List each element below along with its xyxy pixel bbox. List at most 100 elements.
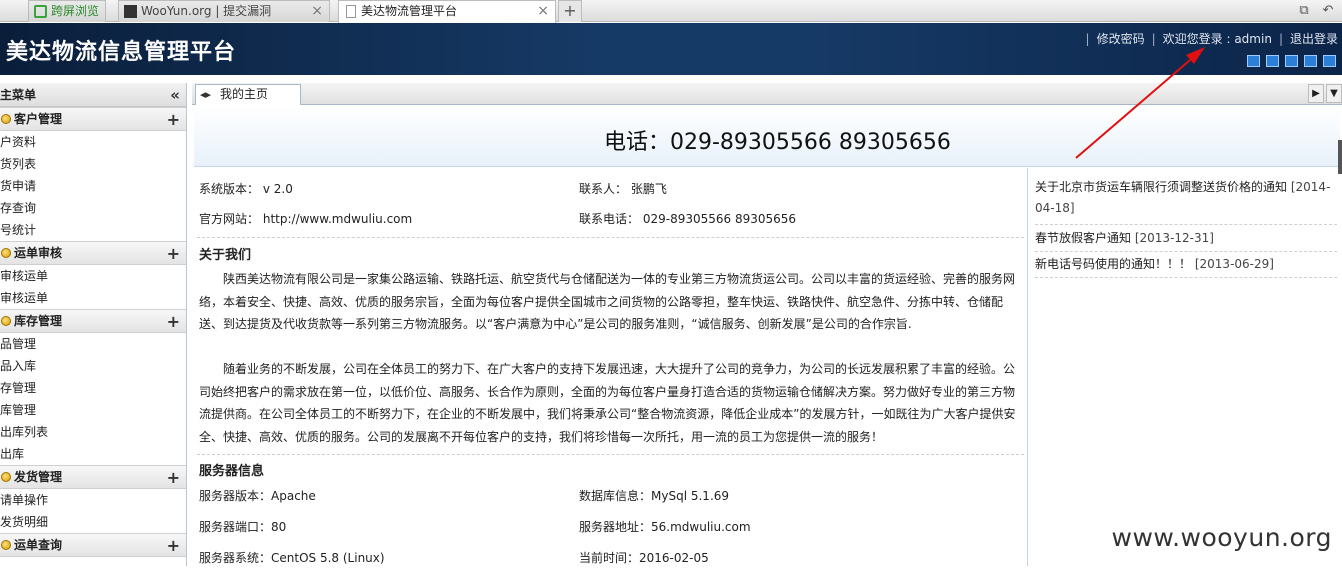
menu-group-label: 运单审核 [14,246,63,260]
browser-tab-label: WooYun.org | 提交漏洞 [141,4,272,18]
welcome-user-text: 欢迎您登录 : admin [1162,32,1272,46]
menu-group-label: 客户管理 [14,112,63,126]
current-time-label: 当前时间： [579,551,640,565]
theme-square[interactable] [1285,55,1298,67]
server-port-row: 服务器端口：80 [199,516,286,538]
website-row: 官方网站： http://www.mdwuliu.com [199,208,412,230]
browser-tab-cross-screen[interactable]: 跨屏浏览 [28,0,106,22]
close-tab-icon[interactable]: × [311,1,323,21]
undo-close-icon[interactable]: ↶ [1318,1,1338,21]
main-tab-bar: ◂▸ 我的主页 ▶ ▼ [192,83,1342,105]
system-version-label: 系统版本： [199,182,260,196]
contact-label: 联系人： [579,182,628,196]
divider [197,237,1024,238]
page-scrollbar[interactable] [1338,140,1342,174]
collapse-sidebar-icon[interactable]: « [170,83,180,107]
browser-tab-meida[interactable]: 美达物流管理平台 × [338,0,556,23]
browser-tab-strip: 跨屏浏览 WooYun.org | 提交漏洞 × 美达物流管理平台 × + ⧉ … [0,0,1342,23]
sidebar-item[interactable]: 存管理 [0,377,186,399]
sidebar-item[interactable]: 审核运单 [0,265,186,287]
system-version-value: v 2.0 [262,182,293,196]
news-date: [2013-06-29] [1194,257,1274,271]
sidebar-item[interactable]: 品管理 [0,333,186,355]
browser-tab-wooyun[interactable]: WooYun.org | 提交漏洞 × [118,0,330,22]
website-label: 官方网站： [199,212,260,226]
sidebar-item[interactable]: 户资料 [0,131,186,153]
sidebar-item[interactable]: 存查询 [0,197,186,219]
tab-home[interactable]: ◂▸ 我的主页 [195,84,301,105]
menu-group-shipping[interactable]: 发货管理 + [0,465,186,489]
server-address-row: 服务器地址：56.mdwuliu.com [579,516,751,538]
theme-square[interactable] [1266,55,1279,67]
news-title: 春节放假客户通知 [1035,231,1132,245]
news-list: 关于北京市货运车辆限行须调整送货价格的通知 [2014-04-18] 春节放假客… [1030,168,1340,566]
website-link[interactable]: http://www.mdwuliu.com [263,212,412,226]
current-time-value: 2016-02-05 [639,551,709,565]
sidebar-item[interactable]: 库管理 [0,399,186,421]
server-version-value: Apache [271,489,316,503]
phone-banner: 电话：029-89305566 89305656 [194,106,1340,167]
menu-group-customer[interactable]: 客户管理 + [0,107,186,131]
server-address-value: 56.mdwuliu.com [651,520,751,534]
new-tab-button[interactable]: + [558,0,582,22]
change-password-link[interactable]: 修改密码 [1097,32,1145,46]
news-item[interactable]: 春节放假客户通知 [2013-12-31] [1035,228,1337,252]
contact-phone-value: 029-89305566 89305656 [642,212,797,226]
db-info-value: MySql 5.1.69 [651,489,730,503]
expand-icon[interactable]: + [167,242,180,265]
server-info-title: 服务器信息 [199,464,265,479]
logout-link[interactable]: 退出登录 [1290,32,1338,46]
divider [197,454,1024,455]
system-version-row: 系统版本： v 2.0 [199,178,293,200]
tab-menu-down-icon[interactable]: ▼ [1326,84,1342,103]
wooyun-favicon-icon [124,5,137,18]
sidebar-item[interactable]: 货列表 [0,153,186,175]
server-os-value: CentOS 5.8 (Linux) [271,551,385,565]
expand-icon[interactable]: + [167,310,180,333]
tab-home-label: 我的主页 [220,87,269,101]
sidebar-item[interactable]: 号统计 [0,219,186,241]
watermark: www.wooyun.org [1111,523,1332,552]
server-version-label: 服务器版本： [199,489,272,503]
db-info-label: 数据库信息： [579,489,652,503]
app-header: 美达物流信息管理平台 | 修改密码 | 欢迎您登录 : admin | 退出登录 [0,23,1342,75]
folder-icon [1,316,11,326]
expand-icon[interactable]: + [167,466,180,489]
menu-group-inventory[interactable]: 库存管理 + [0,309,186,333]
news-item[interactable]: 关于北京市货运车辆限行须调整送货价格的通知 [2014-04-18] [1035,177,1337,225]
sidebar: 主菜单 « 客户管理 + 户资料 货列表 货申请 存查询 号统计 运单审核 + … [0,83,187,566]
sidebar-item[interactable]: 发货明细 [0,511,186,533]
menu-group-label: 库存管理 [14,314,63,328]
contact-phone-label: 联系电话： [579,212,640,226]
theme-square[interactable] [1247,55,1260,67]
close-tab-icon[interactable]: × [537,1,549,21]
menu-group-waybill-audit[interactable]: 运单审核 + [0,241,186,265]
db-info-row: 数据库信息：MySql 5.1.69 [579,485,729,507]
menu-group-label: 运单查询 [14,538,63,552]
sidebar-item[interactable]: 请单操作 [0,489,186,511]
browser-tab-label: 美达物流管理平台 [361,4,458,18]
expand-icon[interactable]: + [167,534,180,557]
sidebar-item[interactable]: 货申请 [0,175,186,197]
about-paragraph-1: 陕西美达物流有限公司是一家集公路运输、铁路托运、航空货代与仓储配送为一体的专业第… [199,272,1016,331]
sidebar-item[interactable]: 出库 [0,443,186,465]
news-item[interactable]: 新电话号码使用的通知！！！ [2013-06-29] [1035,254,1337,278]
site-title: 美达物流信息管理平台 [6,40,237,65]
folder-icon [1,472,11,482]
restore-window-icon[interactable]: ⧉ [1294,1,1314,21]
news-title: 新电话号码使用的通知！！！ [1035,257,1192,271]
contact-value: 张鹏飞 [630,182,667,196]
expand-icon[interactable]: + [167,108,180,131]
theme-square[interactable] [1323,55,1336,67]
theme-square[interactable] [1304,55,1317,67]
folder-icon [1,114,11,124]
news-date: [2013-12-31] [1134,231,1214,245]
menu-group-waybill-query[interactable]: 运单查询 + [0,533,186,557]
about-title: 关于我们 [199,248,252,263]
sidebar-item[interactable]: 品入库 [0,355,186,377]
sidebar-item[interactable]: 审核运单 [0,287,186,309]
sidebar-item[interactable]: 出库列表 [0,421,186,443]
main-area: ◂▸ 我的主页 ▶ ▼ 电话：029-89305566 89305656 系统版… [192,83,1342,566]
sidebar-header: 主菜单 « [0,83,186,107]
tab-scroll-right-icon[interactable]: ▶ [1308,84,1324,103]
